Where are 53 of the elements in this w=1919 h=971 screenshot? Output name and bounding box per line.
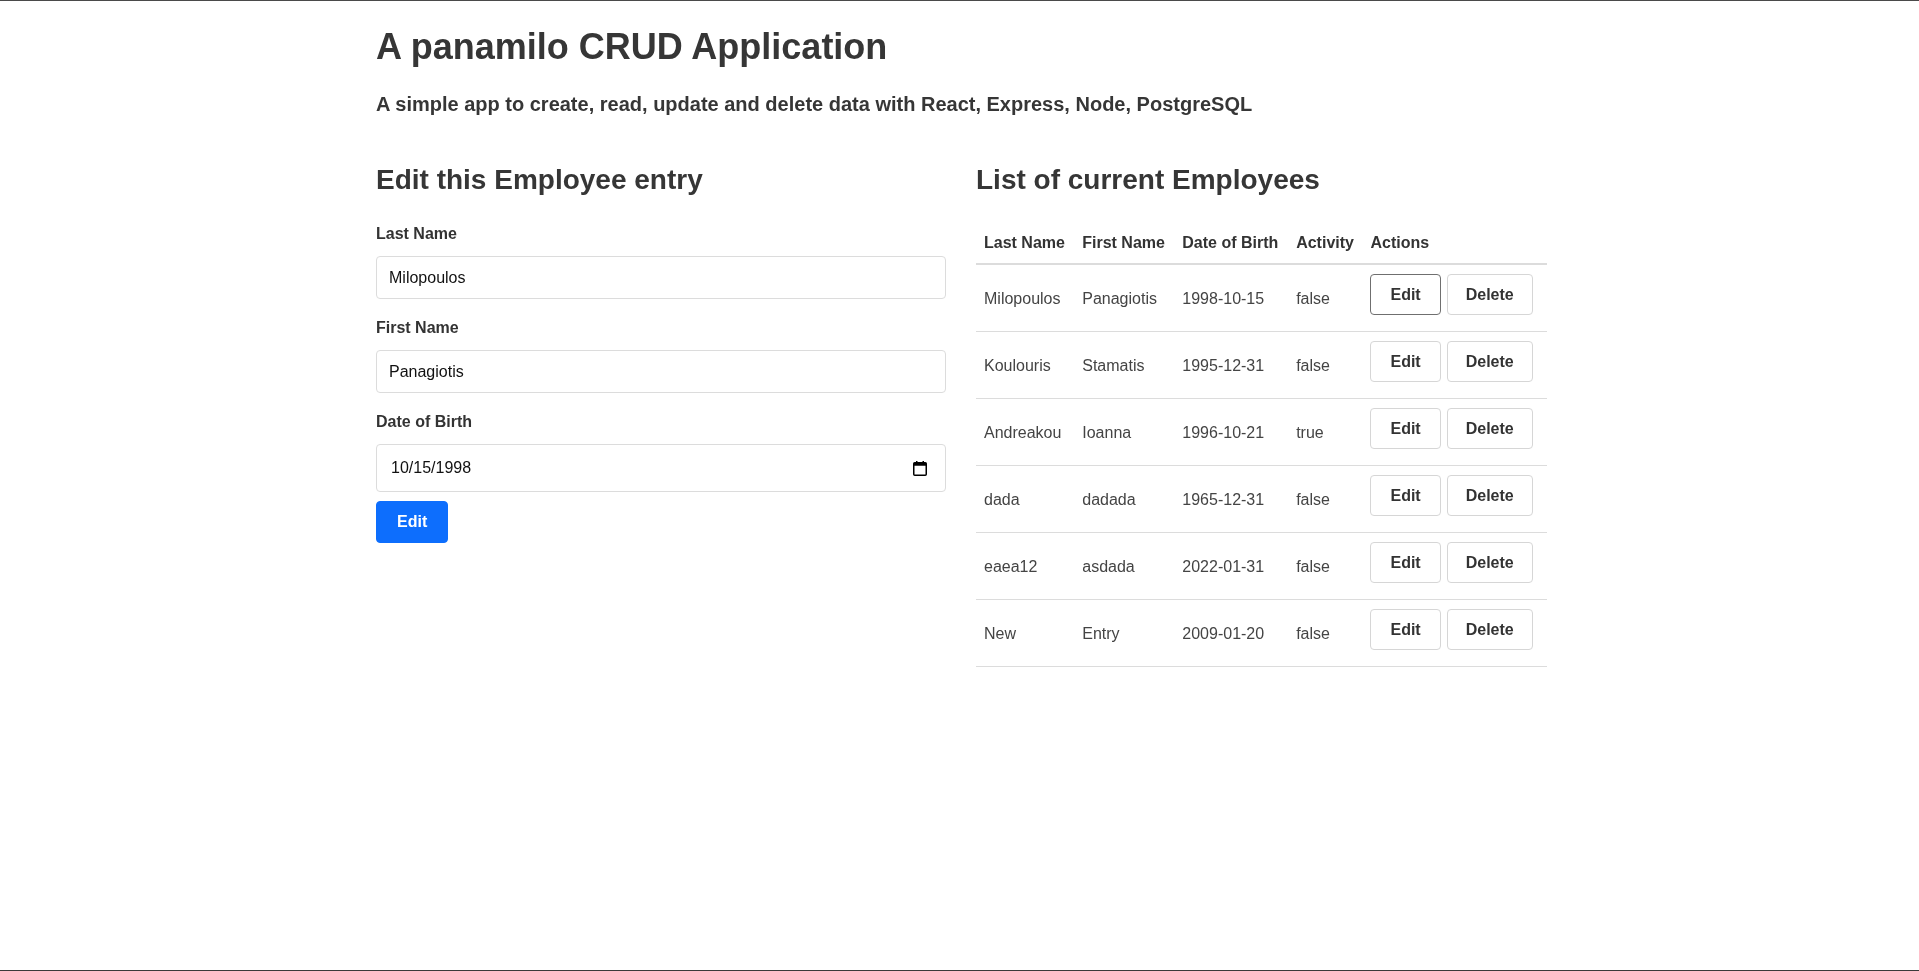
text-field[interactable]: Panagiotis [376,350,946,393]
table-cell: Milopoulos [976,264,1075,332]
table-cell: Koulouris [976,331,1075,399]
edit-button[interactable]: Edit [1370,475,1441,516]
page-title: A panamilo CRUD Application [376,25,889,68]
table-cell: Andreakou [976,398,1075,466]
table-cell: 1998-10-15 [1174,264,1289,332]
column-header: Last Name [976,223,1075,264]
table-cell: 1965-12-31 [1174,465,1289,533]
table-cell: false [1288,599,1363,667]
edit-button[interactable]: Edit [1370,408,1441,449]
table-cell: true [1288,398,1363,466]
table-cell: 1995-12-31 [1174,331,1289,399]
edit-button[interactable]: Edit [1370,274,1441,315]
table-cell: false [1288,331,1363,399]
submit-button[interactable]: Edit [376,501,449,543]
calendar-icon[interactable] [913,460,927,476]
delete-button[interactable]: Delete [1446,341,1533,382]
table-cell: eaea12 [976,532,1075,600]
delete-button[interactable]: Delete [1446,475,1533,516]
table-cell: 2022-01-31 [1174,532,1289,600]
field-label: First Name [376,318,459,338]
text-field[interactable]: Milopoulos [376,256,946,299]
table-cell: 2009-01-20 [1174,599,1289,667]
table-cell: New [976,599,1075,667]
delete-button[interactable]: Delete [1446,408,1533,449]
table-cell: dada [976,465,1075,533]
table-cell: Entry [1074,599,1175,667]
column-header: Actions [1362,223,1547,264]
edit-button[interactable]: Edit [1370,341,1441,382]
section-heading: Edit this Employee entry [376,163,703,197]
column-header: First Name [1074,223,1175,264]
delete-button[interactable]: Delete [1446,609,1533,650]
delete-button[interactable]: Delete [1446,542,1533,583]
edit-button[interactable]: Edit [1370,542,1441,583]
table-cell: 1996-10-21 [1174,398,1289,466]
column-header: Activity [1288,223,1363,264]
table-cell: false [1288,264,1363,332]
section-heading: List of current Employees [976,163,1320,197]
field-label: Date of Birth [376,412,472,432]
table-cell: false [1288,532,1363,600]
column-header: Date of Birth [1174,223,1289,264]
table-cell: Panagiotis [1074,264,1175,332]
table-cell: false [1288,465,1363,533]
table-cell: asdada [1074,532,1175,600]
table-cell: dadada [1074,465,1175,533]
table-cell: Ioanna [1074,398,1175,466]
page-subtitle: A simple app to create, read, update and delete data with React, Express, Node, PostgreSQL [376,92,1254,116]
date-field[interactable]: 10/15/1998 [376,444,946,492]
edit-button[interactable]: Edit [1370,609,1441,650]
delete-button[interactable]: Delete [1446,274,1533,315]
table-cell: Stamatis [1074,331,1175,399]
field-label: Last Name [376,224,457,244]
